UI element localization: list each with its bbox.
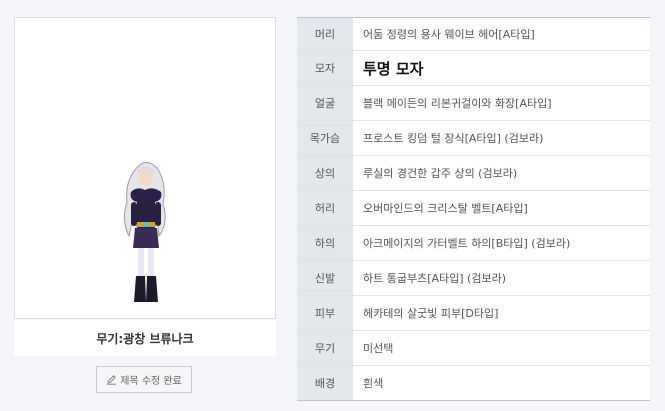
equipment-row: 상의 루실의 경건한 갑주 상의 (검보라): [297, 156, 650, 191]
slot-label: 무기: [297, 331, 353, 365]
equipment-row: 피부 헤카테의 살굿빛 피부[D타입]: [297, 296, 650, 331]
equipment-row: 신발 하트 통굽부츠[A타입] (검보라): [297, 261, 650, 296]
equipment-row: 허리 오버마인드의 크리스탈 벨트[A타입]: [297, 191, 650, 226]
equipment-row: 배경 흰색: [297, 366, 650, 400]
slot-label: 머리: [297, 18, 353, 50]
item-value: 미선택: [353, 331, 650, 365]
slot-label: 상의: [297, 156, 353, 190]
item-value: 오버마인드의 크리스탈 벨트[A타입]: [353, 191, 650, 225]
equipment-row: 모자 투명 모자: [297, 51, 650, 86]
item-value: 블랙 메이든의 리본귀걸이와 화장[A타입]: [353, 86, 650, 120]
slot-label: 배경: [297, 366, 353, 400]
equipment-row: 목가슴 프로스트 킹덤 털 장식[A타입] (검보라): [297, 121, 650, 156]
weapon-caption: 무기:광창 브류나크: [14, 320, 276, 356]
item-value: 하트 통굽부츠[A타입] (검보라): [353, 261, 650, 295]
item-value: 흰색: [353, 366, 650, 400]
edit-button-label: 제목 수정 완료: [120, 376, 182, 387]
item-value: 아크메이지의 가터벨트 하의[B타입] (검보라): [353, 226, 650, 260]
slot-label: 허리: [297, 191, 353, 225]
item-value: 헤카테의 살굿빛 피부[D타입]: [353, 296, 650, 330]
item-value: 투명 모자: [353, 51, 650, 85]
slot-label: 얼굴: [297, 86, 353, 120]
equipment-table: 머리 어둠 정령의 용사 웨이브 헤어[A타입] 모자 투명 모자 얼굴 블랙 …: [297, 17, 650, 401]
edit-title-complete-button[interactable]: 제목 수정 완료: [96, 366, 192, 393]
slot-label: 모자: [297, 51, 353, 85]
equipment-row: 얼굴 블랙 메이든의 리본귀걸이와 화장[A타입]: [297, 86, 650, 121]
slot-label: 신발: [297, 261, 353, 295]
pencil-icon: [107, 375, 117, 385]
equipment-row: 무기 미선택: [297, 331, 650, 366]
equipment-row: 머리 어둠 정령의 용사 웨이브 헤어[A타입]: [297, 18, 650, 51]
slot-label: 피부: [297, 296, 353, 330]
item-value: 프로스트 킹덤 털 장식[A타입] (검보라): [353, 121, 650, 155]
slot-label: 목가슴: [297, 121, 353, 155]
item-value: 루실의 경건한 갑주 상의 (검보라): [353, 156, 650, 190]
character-avatar: [123, 162, 166, 302]
item-value: 어둠 정령의 용사 웨이브 헤어[A타입]: [353, 18, 650, 50]
equipment-row: 하의 아크메이지의 가터벨트 하의[B타입] (검보라): [297, 226, 650, 261]
slot-label: 하의: [297, 226, 353, 260]
avatar-preview-panel: [14, 17, 276, 319]
